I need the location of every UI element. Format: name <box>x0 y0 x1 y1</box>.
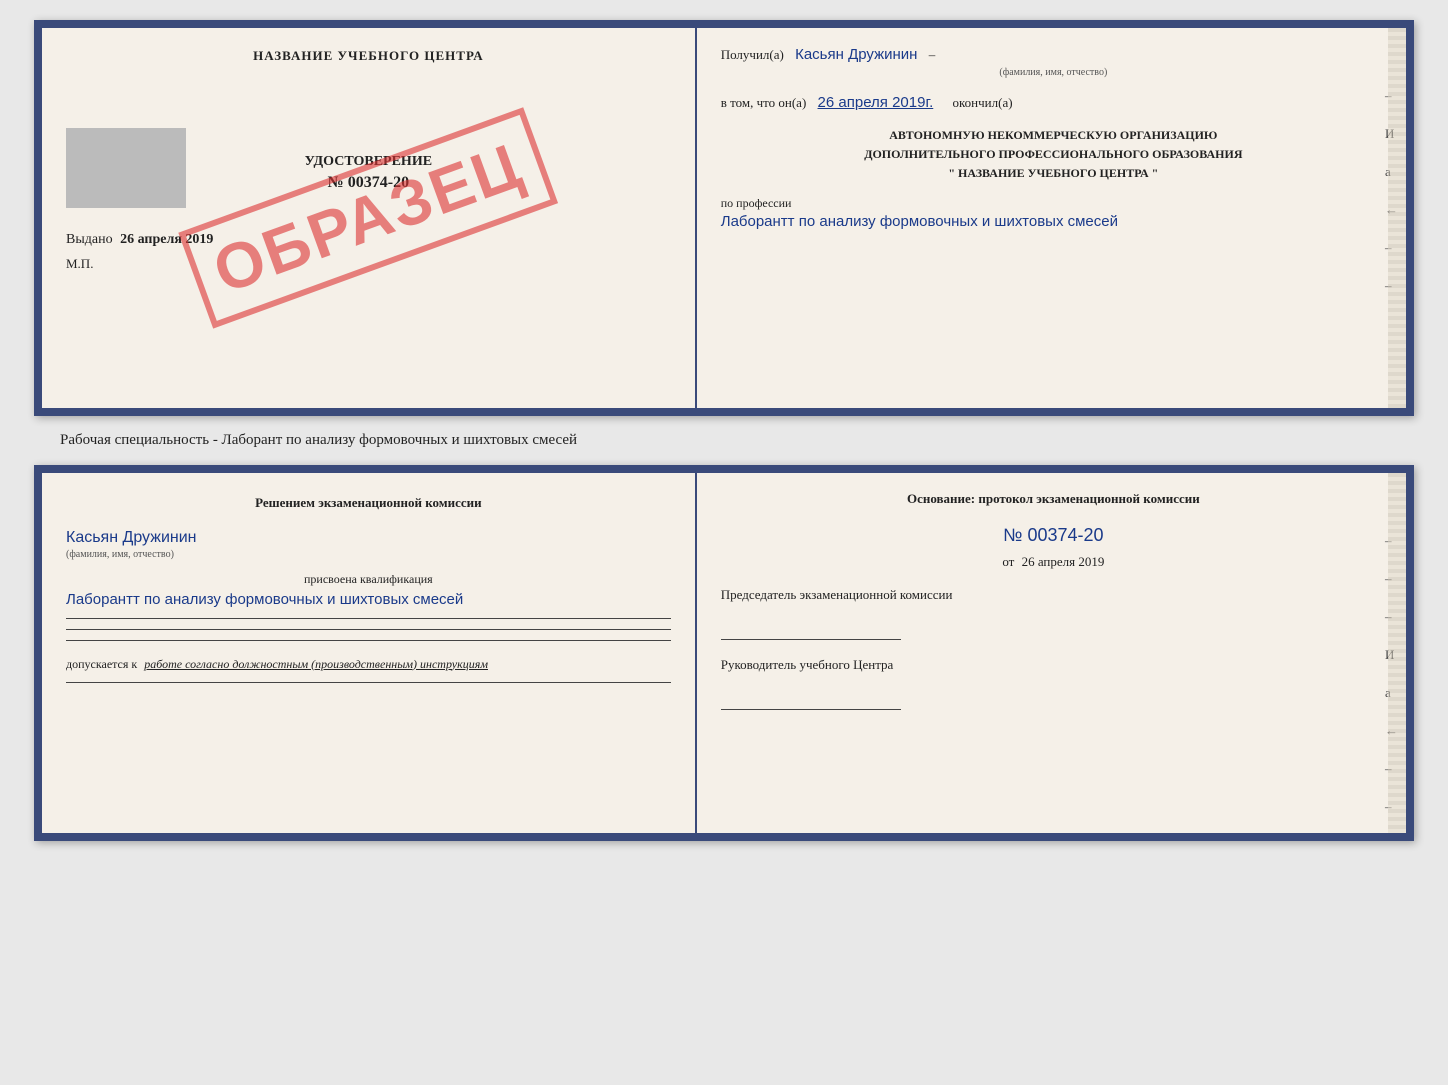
date-prefix: от <box>1002 554 1014 569</box>
org-line2: ДОПОЛНИТЕЛЬНОГО ПРОФЕССИОНАЛЬНОГО ОБРАЗО… <box>721 145 1386 164</box>
in-that-row: в том, что он(а) 26 апреля 2019г. окончи… <box>721 92 1386 115</box>
org-block: АВТОНОМНУЮ НЕКОММЕРЧЕСКУЮ ОРГАНИЗАЦИЮ ДО… <box>721 126 1386 184</box>
bottom-right-panel: Основание: протокол экзаменационной коми… <box>697 473 1406 833</box>
admit-label: допускается к <box>66 657 137 671</box>
protocol-date: 26 апреля 2019 <box>1022 554 1105 569</box>
hline2 <box>66 629 671 630</box>
director-label: Руководитель учебного Центра <box>721 656 1386 674</box>
mp-label: М.П. <box>66 256 671 272</box>
qual-label: присвоена квалификация <box>66 572 671 587</box>
cert-title: НАЗВАНИЕ УЧЕБНОГО ЦЕНТРА <box>66 48 671 64</box>
org-line3: " НАЗВАНИЕ УЧЕБНОГО ЦЕНТРА " <box>721 164 1386 183</box>
bottom-document: Решением экзаменационной комиссии Касьян… <box>34 465 1414 841</box>
hline3 <box>66 640 671 641</box>
cert-photo-placeholder <box>66 128 186 208</box>
issued-date: 26 апреля 2019 <box>120 232 213 247</box>
top-document: НАЗВАНИЕ УЧЕБНОГО ЦЕНТРА УДОСТОВЕРЕНИЕ №… <box>34 20 1414 416</box>
separator-text: Рабочая специальность - Лаборант по анал… <box>20 432 577 449</box>
obrazets-stamp: ОБРАЗЕЦ <box>179 107 558 328</box>
org-line1: АВТОНОМНУЮ НЕКОММЕРЧЕСКУЮ ОРГАНИЗАЦИЮ <box>721 126 1386 145</box>
profession-text: Лаборантт по анализу формовочных и шихто… <box>721 213 1386 230</box>
chairman-sig-line <box>721 624 901 640</box>
received-label: Получил(а) <box>721 47 784 62</box>
fio-label: (фамилия, имя, отчество) <box>721 65 1386 80</box>
admit-row: допускается к работе согласно должностны… <box>66 657 671 672</box>
bottom-left-panel: Решением экзаменационной комиссии Касьян… <box>42 473 697 833</box>
hline1 <box>66 618 671 619</box>
protocol-number: № 00374-20 <box>721 525 1386 546</box>
side-texture-bottom <box>1388 473 1406 833</box>
side-texture-top <box>1388 28 1406 408</box>
bottom-heading: Решением экзаменационной комиссии <box>66 493 671 513</box>
bottom-fio-label: (фамилия, имя, отчество) <box>66 549 671 560</box>
doc-right-panel: Получил(а) Касьян Дружинин – (фамилия, и… <box>697 28 1406 408</box>
protocol-date-row: от 26 апреля 2019 <box>721 554 1386 570</box>
chairman-label: Председатель экзаменационной комиссии <box>721 586 1386 604</box>
bottom-name-hw: Касьян Дружинин <box>66 529 671 547</box>
received-row: Получил(а) Касьян Дружинин – (фамилия, и… <box>721 44 1386 80</box>
completion-date: 26 апреля 2019г. <box>818 94 934 111</box>
finished-label: окончил(а) <box>953 95 1013 110</box>
profession-label: по профессии <box>721 196 1386 211</box>
in-that-label: в том, что он(а) <box>721 95 807 110</box>
qual-text: Лаборантт по анализу формовочных и шихто… <box>66 591 671 608</box>
admit-italic: работе согласно должностным (производств… <box>144 657 488 671</box>
hline4 <box>66 682 671 683</box>
doc-left-panel: НАЗВАНИЕ УЧЕБНОГО ЦЕНТРА УДОСТОВЕРЕНИЕ №… <box>42 28 697 408</box>
issued-label: Выдано <box>66 232 113 247</box>
basis-heading: Основание: протокол экзаменационной коми… <box>721 489 1386 509</box>
director-sig-line <box>721 694 901 710</box>
cert-issued: Выдано 26 апреля 2019 <box>66 232 671 248</box>
received-name: Касьян Дружинин <box>795 46 917 63</box>
